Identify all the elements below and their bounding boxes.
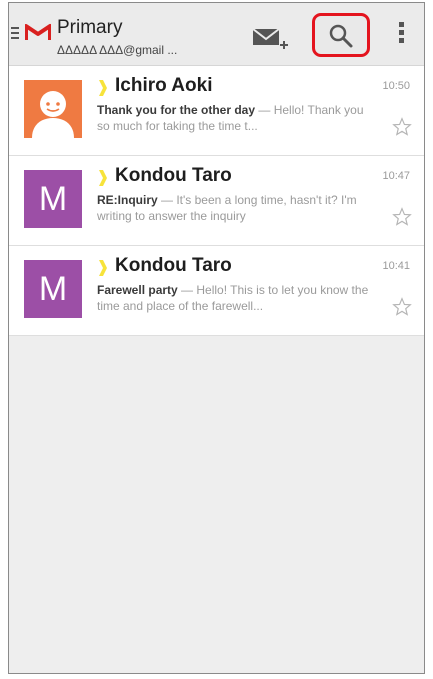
search-icon <box>329 24 353 48</box>
avatar[interactable] <box>24 80 82 138</box>
avatar[interactable]: M <box>24 170 82 228</box>
importance-marker-icon[interactable] <box>99 80 107 96</box>
avatar[interactable]: M <box>24 260 82 318</box>
star-outline-icon[interactable] <box>392 207 412 227</box>
importance-marker-icon[interactable] <box>99 170 107 186</box>
menu-icon[interactable] <box>11 27 19 39</box>
received-time: 10:41 <box>382 260 410 272</box>
mailbox-label[interactable]: Primary <box>57 17 122 39</box>
subject: Farewell party <box>97 283 178 297</box>
separator: — <box>177 283 197 297</box>
email-row[interactable]: Ichiro Aoki 10:50 Thank you for the othe… <box>9 66 424 156</box>
message-preview: Farewell party — Hello! This is to let y… <box>97 282 379 315</box>
overflow-menu-icon[interactable] <box>391 19 411 51</box>
action-bar: Primary ΔΔΔΔΔ ΔΔΔ@gmail ... <box>9 3 424 66</box>
separator: — <box>157 193 177 207</box>
search-button[interactable] <box>312 13 370 57</box>
sender-name: Kondou Taro <box>115 165 232 186</box>
separator: — <box>255 103 274 117</box>
message-preview: Thank you for the other day — Hello! Tha… <box>97 102 379 135</box>
email-row[interactable]: M Kondou Taro 10:47 RE:Inquiry — It's be… <box>9 156 424 246</box>
received-time: 10:47 <box>382 170 410 182</box>
compose-icon[interactable] <box>249 21 289 53</box>
gmail-logo-icon[interactable] <box>25 23 51 41</box>
contact-photo-icon <box>32 91 74 138</box>
star-outline-icon[interactable] <box>392 297 412 317</box>
account-address[interactable]: ΔΔΔΔΔ ΔΔΔ@gmail ... <box>57 43 247 57</box>
importance-marker-icon[interactable] <box>99 260 107 276</box>
sender-name: Kondou Taro <box>115 255 232 276</box>
star-outline-icon[interactable] <box>392 117 412 137</box>
received-time: 10:50 <box>382 80 410 92</box>
subject: Thank you for the other day <box>97 103 256 117</box>
sender-name: Ichiro Aoki <box>115 75 213 96</box>
phone-screen: Primary ΔΔΔΔΔ ΔΔΔ@gmail ... Ichiro Aoki … <box>8 2 425 674</box>
email-list: Ichiro Aoki 10:50 Thank you for the othe… <box>9 66 424 336</box>
email-row[interactable]: M Kondou Taro 10:41 Farewell party — Hel… <box>9 246 424 336</box>
message-preview: RE:Inquiry — It's been a long time, hasn… <box>97 192 379 225</box>
subject: RE:Inquiry <box>97 193 158 207</box>
